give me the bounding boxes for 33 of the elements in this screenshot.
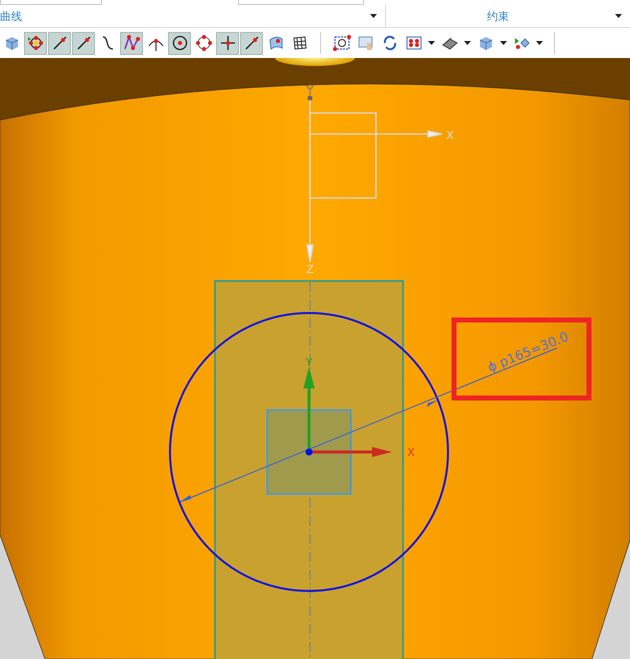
axis-label: Y bbox=[306, 356, 312, 369]
fit-icon bbox=[404, 34, 422, 52]
grid-icon bbox=[290, 34, 308, 52]
input-field[interactable] bbox=[0, 0, 102, 5]
input-field[interactable] bbox=[238, 0, 364, 5]
caret-icon[interactable] bbox=[464, 41, 470, 45]
toolbar-button[interactable] bbox=[48, 32, 71, 54]
toolbar-button[interactable] bbox=[168, 32, 191, 54]
toolbar-button[interactable] bbox=[240, 32, 263, 54]
toolbar-button[interactable] bbox=[216, 32, 239, 54]
ribbon-group-label: 曲线 bbox=[0, 8, 22, 24]
toolbar-button[interactable] bbox=[72, 32, 95, 54]
caret-icon[interactable] bbox=[370, 14, 377, 18]
ribbon-group-label: 约束 bbox=[487, 8, 509, 24]
points-icon bbox=[26, 34, 44, 52]
toolbar-button[interactable] bbox=[24, 32, 47, 54]
point-icon bbox=[218, 34, 236, 52]
caret-icon[interactable] bbox=[428, 41, 434, 45]
toolbar-button[interactable] bbox=[120, 32, 143, 54]
surface-icon bbox=[266, 34, 284, 52]
axis-label: Y bbox=[306, 84, 314, 97]
caret-icon[interactable] bbox=[615, 14, 622, 18]
origin-point bbox=[306, 448, 312, 456]
spline-icon bbox=[122, 34, 140, 52]
circle-points-icon bbox=[194, 34, 212, 52]
axis-label: Z bbox=[306, 263, 314, 276]
caret-icon[interactable] bbox=[536, 41, 542, 45]
axis-label: X bbox=[446, 129, 454, 142]
caret-icon[interactable] bbox=[500, 41, 506, 45]
axis-label: X bbox=[407, 446, 415, 459]
circle-icon bbox=[170, 34, 188, 52]
zoom-icon bbox=[332, 34, 350, 52]
pan-icon bbox=[356, 34, 374, 52]
